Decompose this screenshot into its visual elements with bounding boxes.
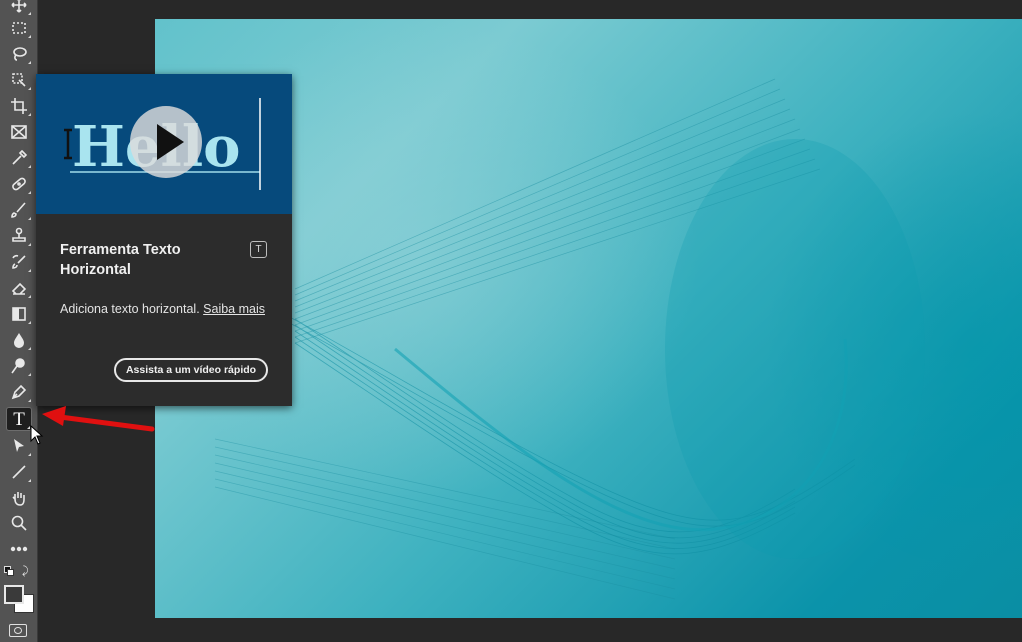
arrow-select-icon [14, 439, 24, 452]
default-colors-icon[interactable] [4, 566, 14, 576]
tooltip-description: Adiciona texto horizontal. Saiba mais [60, 300, 270, 319]
type-tool[interactable]: T [6, 407, 32, 431]
tools-panel: T ⤸ [0, 0, 38, 642]
brush-icon [11, 202, 26, 218]
swap-colors-icon[interactable]: ⤸ [22, 565, 29, 578]
crop-icon [11, 98, 27, 114]
type-icon: T [13, 408, 25, 430]
lasso-tool[interactable] [6, 43, 32, 65]
ellipsis-icon [10, 546, 28, 552]
tooltip-title: Ferramenta Texto Horizontal [60, 242, 181, 278]
more-tools[interactable] [6, 538, 32, 560]
zoom-icon [11, 515, 27, 531]
gradient-icon [12, 307, 26, 321]
line-tool[interactable] [6, 461, 32, 483]
eraser-tool[interactable] [6, 277, 32, 299]
dodge-icon [11, 358, 25, 374]
quick-mask-icon[interactable] [9, 624, 27, 637]
foreground-color-swatch[interactable] [4, 585, 24, 604]
lasso-icon [13, 47, 27, 61]
frame-tool[interactable] [6, 121, 32, 143]
path-selection-tool[interactable] [6, 435, 32, 457]
drop-icon [14, 333, 24, 348]
dodge-tool[interactable] [6, 355, 32, 377]
watch-video-button[interactable]: Assista a um vídeo rápido [114, 358, 268, 382]
hand-icon [12, 492, 25, 506]
description-text: Adiciona texto horizontal. [60, 302, 200, 316]
red-arrow-annotation [42, 406, 155, 432]
hand-tool[interactable] [6, 487, 32, 509]
learn-more-link[interactable]: Saiba mais [203, 302, 265, 316]
gradient-tool[interactable] [6, 303, 32, 325]
history-brush-icon [12, 254, 26, 269]
bandage-icon [12, 177, 26, 191]
tutorial-video-preview[interactable]: Hello [36, 74, 292, 214]
mouse-cursor-icon [30, 425, 44, 445]
clone-stamp-tool[interactable] [6, 225, 32, 247]
eyedropper-icon [12, 149, 28, 165]
tool-tooltip: Hello Ferramenta Texto Horizontal T Adic… [36, 74, 292, 406]
object-selection-tool[interactable] [6, 69, 32, 91]
rect-marquee-icon [12, 22, 26, 34]
play-icon [157, 124, 184, 160]
frame-icon [11, 125, 27, 139]
zoom-tool[interactable] [6, 512, 32, 534]
shortcut-badge: T [250, 241, 267, 258]
blur-tool[interactable] [6, 329, 32, 351]
eraser-icon [11, 282, 27, 295]
play-button[interactable] [130, 106, 202, 178]
healing-brush-tool[interactable] [6, 173, 32, 195]
crop-tool[interactable] [6, 95, 32, 117]
object-select-icon [12, 73, 26, 87]
eyedropper-tool[interactable] [6, 147, 32, 169]
marquee-tool[interactable] [6, 17, 32, 39]
brush-tool[interactable] [6, 199, 32, 221]
pen-tool[interactable] [6, 381, 32, 403]
stamp-icon [12, 227, 26, 242]
history-brush-tool[interactable] [6, 251, 32, 273]
move-tool[interactable] [6, 0, 32, 16]
move-icon [11, 0, 27, 13]
pen-icon [11, 384, 27, 400]
line-icon [12, 465, 26, 479]
